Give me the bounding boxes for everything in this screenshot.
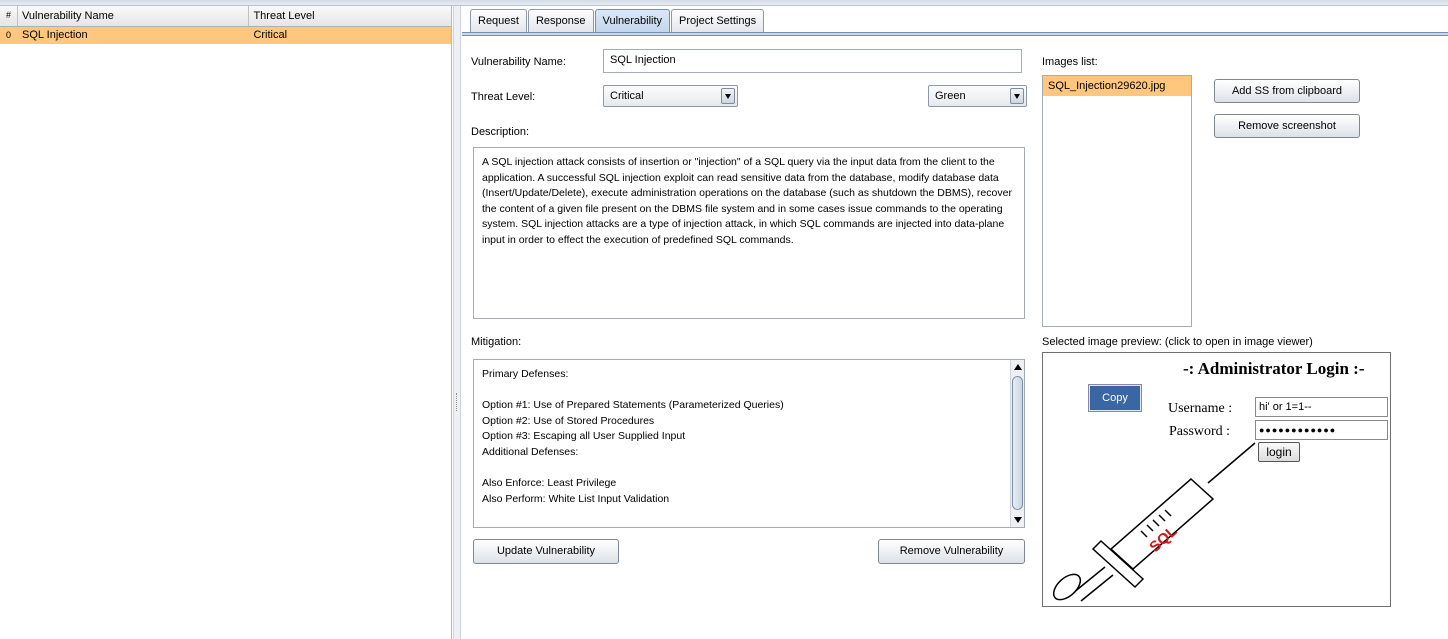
table-row[interactable]: 0 SQL Injection Critical xyxy=(0,27,451,44)
text-line: Option #2: Use of Stored Procedures xyxy=(482,414,655,427)
text-line: Additional Defenses: xyxy=(482,445,579,458)
description-textarea[interactable]: A SQL injection attack consists of inser… xyxy=(473,147,1025,319)
color-value: Green xyxy=(935,90,966,102)
update-vulnerability-button[interactable]: Update Vulnerability xyxy=(473,539,619,564)
remove-vulnerability-button[interactable]: Remove Vulnerability xyxy=(878,539,1025,564)
threat-level-label: Threat Level: xyxy=(471,91,536,103)
row-threat-level: Critical xyxy=(253,29,288,41)
threat-level-value: Critical xyxy=(610,90,644,102)
list-item[interactable]: SQL_Injection29620.jpg xyxy=(1043,76,1191,96)
tab-underline xyxy=(462,32,1448,36)
text-line: input in order to effect the execution o… xyxy=(482,233,794,246)
chevron-down-icon[interactable] xyxy=(1010,88,1024,104)
image-preview[interactable]: -: Administrator Login :- Copy Username … xyxy=(1042,352,1391,607)
threat-level-select[interactable]: Critical xyxy=(603,85,738,107)
text-line: Option #1: Use of Prepared Statements (P… xyxy=(482,399,784,412)
header-vulnerability-name[interactable]: Vulnerability Name xyxy=(18,6,250,26)
text-line xyxy=(482,461,1002,477)
text-line: the content of a given file present on t… xyxy=(482,202,1003,215)
text-line: Also Perform: White List Input Validatio… xyxy=(482,492,670,505)
mitigation-label: Mitigation: xyxy=(471,336,522,348)
add-screenshot-button[interactable]: Add SS from clipboard xyxy=(1214,79,1360,103)
header-threat-level[interactable]: Threat Level xyxy=(249,6,451,26)
row-vulnerability-name: SQL Injection xyxy=(21,29,88,41)
tab-response[interactable]: Response xyxy=(527,9,594,32)
preview-label: Selected image preview: (click to open i… xyxy=(1042,336,1313,348)
chevron-down-icon[interactable] xyxy=(721,88,735,104)
text-line: system. SQL injection attacks are a type… xyxy=(482,218,1005,231)
color-select[interactable]: Green xyxy=(928,85,1027,107)
tab-vulnerability[interactable]: Vulnerability xyxy=(594,9,671,33)
split-pane-divider[interactable] xyxy=(453,6,461,639)
vulnerability-name-field[interactable]: SQL Injection xyxy=(603,49,1022,73)
mitigation-textarea[interactable]: Primary Defenses: Option #1: Use of Prep… xyxy=(473,359,1025,528)
text-line xyxy=(482,383,1002,399)
syringe-icon: SQL xyxy=(1052,442,1256,602)
tab-request[interactable]: Request xyxy=(470,9,527,32)
mitigation-scrollbar[interactable] xyxy=(1010,360,1024,527)
text-line: Option #3: Escaping all User Supplied In… xyxy=(482,430,686,443)
table-header: # Vulnerability Name Threat Level xyxy=(0,6,451,27)
text-line: Also Enforce: Least Privilege xyxy=(482,477,617,490)
row-index: 0 xyxy=(6,30,12,40)
scroll-up-icon[interactable] xyxy=(1011,360,1024,374)
divider-grip xyxy=(456,393,458,411)
vulnerability-table: # Vulnerability Name Threat Level 0 SQL … xyxy=(0,6,452,639)
text-line: Primary Defenses: xyxy=(482,368,569,380)
text-line: A SQL injection attack consists of inser… xyxy=(482,156,995,168)
scroll-thumb[interactable] xyxy=(1012,376,1023,510)
mitigation-text[interactable]: Primary Defenses: Option #1: Use of Prep… xyxy=(474,360,1010,527)
text-line: (Insert/Update/Delete), execute administ… xyxy=(482,187,1012,200)
tab-project-settings[interactable]: Project Settings xyxy=(671,9,765,32)
description-label: Description: xyxy=(471,126,530,138)
header-index[interactable]: # xyxy=(0,6,18,26)
text-line: application. A successful SQL injection … xyxy=(482,171,999,184)
images-list-label: Images list: xyxy=(1042,56,1098,68)
scroll-down-icon[interactable] xyxy=(1011,513,1024,527)
tab-bar: Request Response Vulnerability Project S… xyxy=(470,9,765,33)
remove-screenshot-button[interactable]: Remove screenshot xyxy=(1214,114,1360,138)
images-list[interactable]: SQL_Injection29620.jpg xyxy=(1042,75,1192,327)
vulnerability-name-label: Vulnerability Name: xyxy=(471,56,566,68)
